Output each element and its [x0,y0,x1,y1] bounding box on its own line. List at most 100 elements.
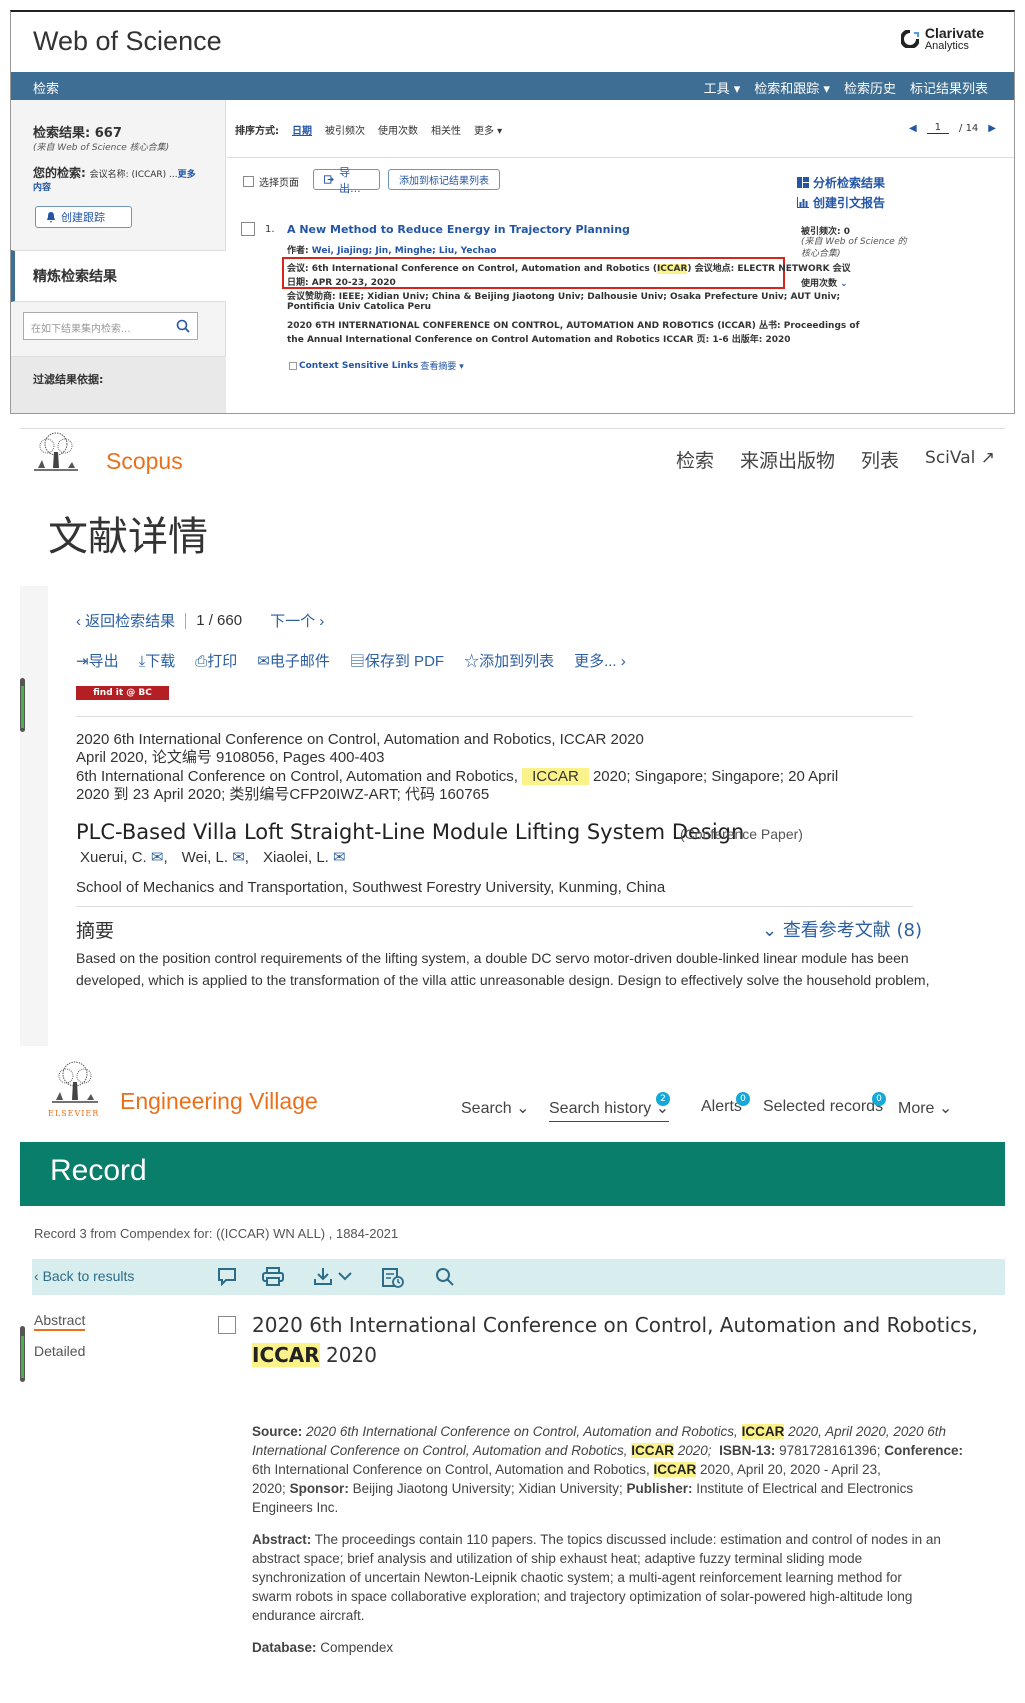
add-to-list-action[interactable]: ☆添加到列表 [464,650,554,671]
sort-label: 排序方式: [235,126,279,137]
create-alert-button[interactable]: 创建跟踪 [35,206,132,228]
scopus-nav-scival[interactable]: SciVal ↗ [925,446,995,473]
alerts-badge: 0 [736,1092,750,1106]
author-3[interactable]: Xiaolei, L. ✉ [263,848,346,868]
search-icon[interactable] [176,319,190,333]
export-action[interactable]: ⇥导出 [76,650,119,671]
tab-detailed[interactable]: Detailed [34,1343,85,1359]
sort-usage[interactable]: 使用次数 [378,122,418,137]
authors-links[interactable]: Wei, Jiajing; Jin, Minghe; Liu, Yechao [312,246,497,256]
select-page-checkbox[interactable] [243,176,254,187]
affiliation: School of Mechanics and Transportation, … [76,879,666,896]
context-links[interactable]: Context Sensitive Links [299,361,418,371]
refine-search-input[interactable]: 在如下结果集内检索... [23,312,198,340]
citation-report-link[interactable]: 创建引文报告 [797,194,885,211]
abstract-line1: Based on the position control requiremen… [76,950,909,966]
sort-more[interactable]: 更多 ▾ [474,122,502,137]
page-current[interactable]: 1 [926,122,950,134]
select-page-label: 选择页面 [259,178,299,189]
scopus-logo[interactable]: Scopus [106,448,183,475]
abstract-line2: developed, which is applied to the trans… [76,972,930,988]
search-icon[interactable] [435,1267,455,1287]
iccar-highlight: ICCAR [252,1343,320,1367]
more-link[interactable]: 更多 [178,170,196,180]
elsevier-wordmark: ELSEVIER [48,1109,100,1118]
wos-nav-tools[interactable]: 工具 ▾ [704,78,741,97]
download-action[interactable]: ⤓下载 [139,650,176,671]
scopus-nav-sources[interactable]: 来源出版物 [740,446,835,473]
record-checkbox[interactable] [241,222,255,236]
download-icon[interactable] [314,1267,354,1286]
ev-nav-more[interactable]: More ⌄ [898,1098,952,1118]
wos-logo[interactable]: Web of Science [33,26,222,57]
bar-chart-icon [797,197,809,208]
prev-page-icon[interactable]: ◀ [909,123,917,134]
next-link[interactable]: 下一个 › [270,610,324,631]
email-action[interactable]: ✉电子邮件 [257,650,330,671]
export-button[interactable]: 导出... [313,166,380,195]
wos-nav-bar: 检索 工具 ▾ 检索和跟踪 ▾ 检索历史 标记结果列表 [11,72,1014,100]
add-to-marked-button[interactable]: 添加到标记结果列表 [388,169,500,190]
elsevier-tree-logo-icon[interactable] [48,1060,102,1108]
record-checkbox[interactable] [218,1316,236,1334]
email-icon[interactable]: ✉ [232,849,245,866]
scroll-indicator[interactable] [20,1326,25,1382]
pdf-icon: ▤ [349,653,365,670]
ev-nav-search[interactable]: Search ⌄ [461,1098,530,1118]
scroll-indicator[interactable] [20,678,25,732]
tab-abstract[interactable]: Abstract [34,1312,86,1331]
source-line1: 2020 6th International Conference on Con… [76,731,644,748]
scopus-nav: 检索 来源出版物 列表 SciVal ↗ [676,446,995,473]
iccar-highlight: ICCAR [522,768,589,785]
clarivate-logo[interactable]: Clarivate Analytics [899,26,984,52]
scopus-nav-search[interactable]: 检索 [676,446,714,473]
conference-line: 会议: 6th International Conference on Cont… [287,264,851,274]
ev-nav-selected[interactable]: Selected records [763,1098,883,1116]
scopus-panel: Scopus 检索 来源出版物 列表 SciVal ↗ 文献详情 ‹ 返回检索结… [20,428,1005,1046]
email-icon[interactable]: ✉ [151,849,164,866]
source-line4: 2020 到 23 April 2020; 类别编号CFP20IWZ-ART; … [76,786,490,803]
print-action[interactable]: ⎙打印 [195,650,237,671]
sort-date[interactable]: 日期 [292,122,312,137]
comment-icon[interactable] [217,1267,237,1286]
broken-image-icon [289,361,297,370]
email-icon[interactable]: ✉ [333,849,346,866]
save-pdf-action[interactable]: ▤保存到 PDF [350,650,444,671]
print-icon[interactable] [262,1267,284,1286]
record-title-link[interactable]: A New Method to Reduce Energy in Traject… [287,223,630,236]
record-title: 2020 6th International Conference on Con… [252,1313,978,1367]
results-source: (来自 Web of Science 核心合集) [33,143,170,153]
isbn-label: ISBN-13: [719,1443,776,1458]
refine-section[interactable]: 精炼检索结果 [11,250,226,302]
wos-nav-search-tracking[interactable]: 检索和跟踪 ▾ [754,78,830,97]
abstract-label: Abstract: [252,1532,312,1547]
author-2[interactable]: Wei, L. ✉, [182,848,249,868]
ev-logo[interactable]: Engineering Village [120,1088,318,1115]
source-line2: April 2020, 论文编号 9108056, Pages 400-403 [76,749,385,766]
page-title: 文献详情 [48,514,208,560]
scopus-nav-lists[interactable]: 列表 [861,446,899,473]
wos-nav-search[interactable]: 检索 [33,78,59,97]
author-1[interactable]: Xuerui, C. ✉, [80,848,168,868]
more-action[interactable]: 更多... › [574,650,626,671]
view-abstract-link[interactable]: 查看摘要 ▾ [420,359,463,372]
history-report-icon[interactable] [382,1267,404,1288]
findit-button[interactable]: find it @ BC [76,686,169,700]
ev-nav-history[interactable]: Search history ⌄ [549,1098,670,1122]
wos-nav-history[interactable]: 检索历史 [844,78,896,97]
content-link[interactable]: 内容 [33,180,51,193]
usage-dropdown[interactable]: 使用次数 ⌄ [801,276,848,289]
ev-panel: ELSEVIER Engineering Village Search ⌄ Se… [20,1060,1005,1703]
back-to-results-link[interactable]: ‹ 返回检索结果 [76,610,175,631]
elsevier-tree-logo-icon[interactable] [30,432,82,474]
export-icon [324,175,334,184]
next-page-icon[interactable]: ▶ [988,123,996,134]
sort-relevance[interactable]: 相关性 [431,122,461,137]
analyze-results-link[interactable]: 分析检索结果 [797,174,885,191]
publisher-label: Publisher: [626,1481,693,1496]
your-search-label: 您的检索: [33,166,86,180]
sort-times-cited[interactable]: 被引频次 [325,122,365,137]
wos-nav-marked-list[interactable]: 标记结果列表 [910,78,988,97]
back-to-results-link[interactable]: ‹ Back to results [34,1268,134,1284]
view-references-link[interactable]: ⌄ 查看参考文献 (8) [762,916,922,942]
